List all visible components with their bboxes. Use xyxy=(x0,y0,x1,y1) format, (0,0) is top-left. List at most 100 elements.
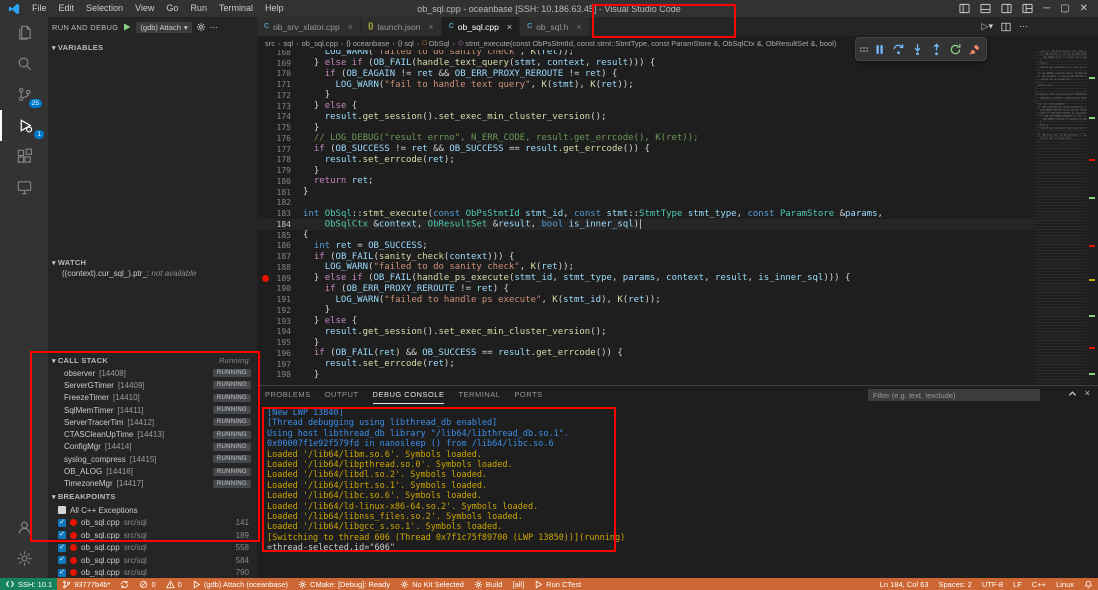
status-build-target[interactable]: [all] xyxy=(507,578,529,590)
panel-tab-terminal[interactable]: TERMINAL xyxy=(458,387,500,403)
restart-icon[interactable] xyxy=(947,41,963,57)
close-panel-icon[interactable]: × xyxy=(1085,388,1090,398)
watch-section-header[interactable]: ▾ WATCH xyxy=(48,256,257,269)
menu-terminal[interactable]: Terminal xyxy=(213,0,259,17)
status-run-ctest[interactable]: Run CTest xyxy=(529,578,586,590)
close-tab-icon[interactable]: × xyxy=(348,22,353,32)
code-line[interactable]: 180 return ret; xyxy=(257,176,1035,187)
breakpoint-row[interactable]: ✓ob_sql.cppsrc/sql141 xyxy=(48,517,257,530)
panel-tab-ports[interactable]: PORTS xyxy=(514,387,542,403)
status-git-branch[interactable]: 93777b4b* xyxy=(57,578,115,590)
checkbox-checked[interactable]: ✓ xyxy=(58,544,66,552)
run-or-debug-icon[interactable]: ▷▾ xyxy=(982,21,993,32)
code-line[interactable]: 192 } xyxy=(257,305,1035,316)
status-errors[interactable]: 0 xyxy=(134,578,160,590)
breakpoint-icon[interactable] xyxy=(262,275,269,282)
settings-gear-icon[interactable] xyxy=(0,543,48,574)
code-line[interactable]: 172 } xyxy=(257,90,1035,101)
debug-gear-icon[interactable] xyxy=(196,22,206,32)
menu-selection[interactable]: Selection xyxy=(80,0,129,17)
code-line[interactable]: 198 } xyxy=(257,370,1035,381)
layout-panel-icon[interactable] xyxy=(959,3,970,14)
status-eol[interactable]: LF xyxy=(1008,578,1027,590)
exception-breakpoint-row[interactable]: All C++ Exceptions xyxy=(48,504,257,517)
overview-ruler[interactable] xyxy=(1087,47,1098,385)
code-line[interactable]: 175 } xyxy=(257,122,1035,133)
status-debug-session[interactable]: (gdb) Attach (oceanbase) xyxy=(187,578,293,590)
activity-source-control[interactable]: 25 xyxy=(0,79,48,110)
debug-config-dropdown[interactable]: (gdb) Attach▾ xyxy=(136,22,191,33)
status-cursor-position[interactable]: Ln 184, Col 63 xyxy=(875,578,934,590)
callstack-thread[interactable]: ServerTracerTim[14412]RUNNING xyxy=(48,416,257,428)
code-line[interactable]: 187 if (OB_FAIL(sanity_check(context))) … xyxy=(257,251,1035,262)
code-line[interactable]: 177 if (OB_SUCCESS != ret && OB_SUCCESS … xyxy=(257,144,1035,155)
code-line[interactable]: 185{ xyxy=(257,230,1035,241)
close-icon[interactable]: ✕ xyxy=(1080,0,1088,17)
toolbar-grip-icon[interactable] xyxy=(860,47,868,52)
code-line[interactable]: 189 } else if (OB_FAIL(handle_ps_execute… xyxy=(257,273,1035,284)
maximize-panel-icon[interactable] xyxy=(1068,389,1077,398)
code-line[interactable]: 191 LOG_WARN("failed to handle ps execut… xyxy=(257,294,1035,305)
code-line[interactable]: 186 int ret = OB_SUCCESS; xyxy=(257,241,1035,252)
breadcrumb-item[interactable]: {}sql xyxy=(398,39,414,48)
code-line[interactable]: 174 result.get_session().set_exec_min_cl… xyxy=(257,112,1035,123)
breadcrumb-item[interactable]: {}oceanbase xyxy=(346,39,389,48)
menu-go[interactable]: Go xyxy=(160,0,184,17)
more-actions-icon[interactable]: ⋯ xyxy=(210,23,218,32)
status-notifications[interactable] xyxy=(1079,578,1098,590)
minimize-icon[interactable]: ─ xyxy=(1043,0,1050,17)
activity-extensions[interactable] xyxy=(0,141,48,172)
activity-explorer[interactable] xyxy=(0,17,48,48)
breakpoint-row[interactable]: ✓ob_sql.cppsrc/sql584 xyxy=(48,554,257,567)
activity-run-and-debug[interactable]: 1 xyxy=(0,110,50,141)
debug-console-output[interactable]: [New LWP 13840][Thread debugging using l… xyxy=(267,408,1077,554)
code-line[interactable]: 190 if (OB_ERR_PROXY_REROUTE != ret) { xyxy=(257,284,1035,295)
step-out-icon[interactable] xyxy=(928,41,944,57)
breadcrumb-item[interactable]: sql xyxy=(284,39,294,48)
step-over-icon[interactable] xyxy=(890,41,906,57)
close-tab-icon[interactable]: × xyxy=(428,22,433,32)
code-line[interactable]: 182 xyxy=(257,198,1035,209)
callstack-thread[interactable]: syslog_compress[14415]RUNNING xyxy=(48,453,257,465)
close-tab-icon[interactable]: × xyxy=(507,22,512,32)
tab-launch-json[interactable]: {}launch.json× xyxy=(361,17,442,36)
checkbox-checked[interactable]: ✓ xyxy=(58,519,66,527)
console-filter-input[interactable] xyxy=(868,389,1040,401)
menu-file[interactable]: File xyxy=(26,0,53,17)
callstack-thread[interactable]: ServerGTimer[14409]RUNNING xyxy=(48,379,257,391)
tab-ob_sql-cpp[interactable]: Cob_sql.cpp× xyxy=(442,17,520,36)
panel-tab-output[interactable]: OUTPUT xyxy=(325,387,359,403)
disconnect-icon[interactable] xyxy=(966,41,982,57)
account-icon[interactable] xyxy=(0,512,48,543)
more-actions-icon[interactable]: ⋯ xyxy=(1019,21,1028,32)
status-remote-os[interactable]: Linux xyxy=(1051,578,1079,590)
layout-bottom-icon[interactable] xyxy=(980,3,991,14)
activity-search[interactable] xyxy=(0,48,48,79)
code-line[interactable]: 181} xyxy=(257,187,1035,198)
menu-view[interactable]: View xyxy=(129,0,160,17)
callstack-thread[interactable]: FreezeTimer[14410]RUNNING xyxy=(48,392,257,404)
panel-tab-debug-console[interactable]: DEBUG CONSOLE xyxy=(373,387,445,404)
code-editor[interactable]: 168 LOG_WARN("failed to do sanity check"… xyxy=(257,47,1035,380)
breakpoint-row[interactable]: ✓ob_sql.cppsrc/sql189 xyxy=(48,529,257,542)
callstack-thread[interactable]: TimezoneMgr[14417]RUNNING xyxy=(48,478,257,490)
breakpoints-section-header[interactable]: ▾ BREAKPOINTS xyxy=(48,490,257,503)
customize-layout-icon[interactable] xyxy=(1022,3,1033,14)
panel-tab-problems[interactable]: PROBLEMS xyxy=(265,387,311,403)
breadcrumb-item[interactable]: ◇stmt_execute(const ObPsStmtId, const st… xyxy=(458,39,836,48)
code-line[interactable]: 176 // LOG_DEBUG("result errno", N_ERR_C… xyxy=(257,133,1035,144)
status-indentation[interactable]: Spaces: 2 xyxy=(934,578,977,590)
status-cmake-build[interactable]: Build xyxy=(469,578,508,590)
step-into-icon[interactable] xyxy=(909,41,925,57)
menu-edit[interactable]: Edit xyxy=(53,0,81,17)
activity-remote-explorer[interactable] xyxy=(0,172,48,203)
breakpoint-row[interactable]: ✓ob_sql.cppsrc/sql558 xyxy=(48,542,257,555)
split-editor-icon[interactable] xyxy=(1001,22,1011,32)
callstack-thread[interactable]: ConfigMgr[14414]RUNNING xyxy=(48,441,257,453)
status-encoding[interactable]: UTF-8 xyxy=(977,578,1008,590)
breadcrumb-item[interactable]: src xyxy=(265,39,275,48)
checkbox-checked[interactable]: ✓ xyxy=(58,531,66,539)
checkbox-unchecked[interactable] xyxy=(58,506,66,514)
checkbox-checked[interactable]: ✓ xyxy=(58,569,66,577)
minimap[interactable]: LOG_WARN("failed to do sanity check", K(… xyxy=(1035,47,1087,385)
